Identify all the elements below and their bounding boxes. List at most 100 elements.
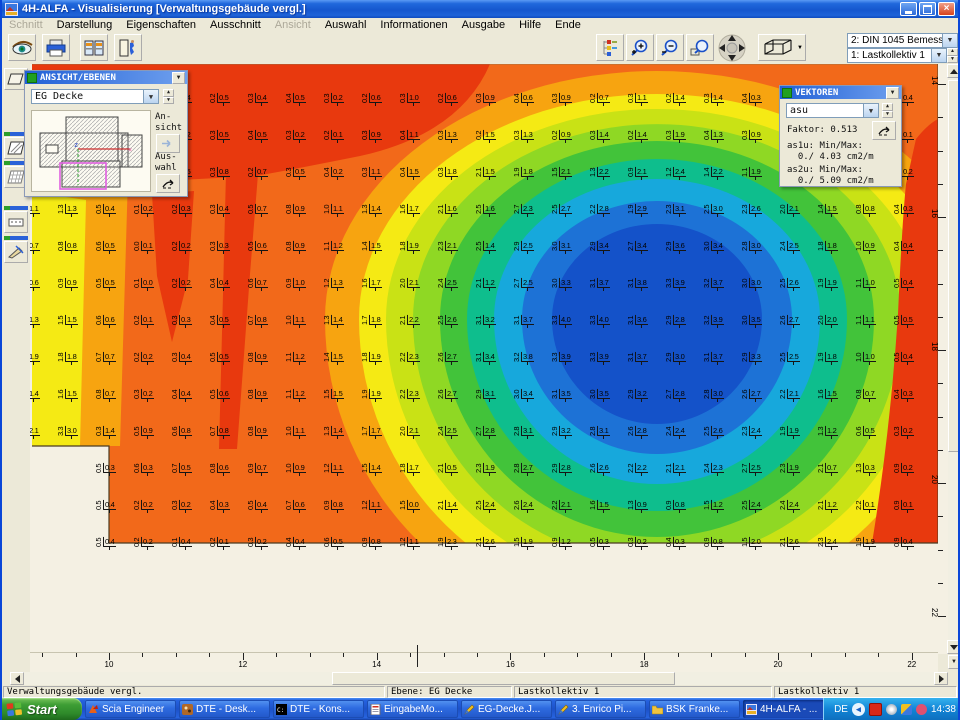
menu-eigenschaften[interactable]: Eigenschaften: [119, 19, 203, 31]
taskbar-task[interactable]: 3. Enrico Pi...: [555, 700, 646, 718]
menu-ausgabe[interactable]: Ausgabe: [455, 19, 512, 31]
legend-tree-button[interactable]: [596, 34, 624, 61]
chevron-down-icon[interactable]: ▼: [942, 34, 957, 47]
title-bar[interactable]: 4H-ALFA - Visualisierung [Verwaltungsgeb…: [2, 0, 958, 18]
ansicht-ebenen-palette[interactable]: ANSICHT/EBENEN ▼ EG Decke ▼ ▲▼ × z: [24, 70, 188, 197]
mesh-grid-icon: [7, 170, 25, 184]
pan-cross-icon: [716, 33, 748, 63]
zoom-window-button[interactable]: [686, 34, 714, 61]
minimize-button[interactable]: [900, 2, 917, 16]
chevron-down-icon[interactable]: ▼: [931, 49, 946, 62]
scroll-up-button[interactable]: [947, 64, 960, 78]
palette-strip[interactable]: [4, 236, 28, 240]
plan-thumbnail[interactable]: × z: [31, 110, 151, 192]
loadcase-spinner[interactable]: ▲▼: [947, 48, 958, 63]
ruler-options-button[interactable]: ▼: [948, 655, 960, 669]
ansicht-apply-button[interactable]: [156, 134, 180, 153]
design-code-combo[interactable]: 2: DIN 1045 Bemessung ▼: [847, 33, 958, 48]
axis-tick: [938, 250, 943, 251]
spinner-down-icon[interactable]: ▼: [163, 97, 174, 105]
vertical-scrollbar[interactable]: [948, 64, 960, 654]
scroll-left-button[interactable]: [10, 672, 24, 685]
ebene-value: EG Decke: [32, 91, 143, 102]
chevron-down-icon[interactable]: ▼: [863, 104, 878, 117]
ebene-spinner[interactable]: ▲▼: [163, 89, 174, 104]
axis-tick: [845, 653, 846, 657]
spinner-down-icon[interactable]: ▼: [947, 56, 958, 64]
zoom-in-button[interactable]: [626, 34, 654, 61]
palette-strip[interactable]: [4, 206, 28, 210]
pages-button[interactable]: [80, 34, 108, 61]
loadcase-combo[interactable]: 1: Lastkollektiv 1 ▼: [847, 48, 947, 63]
menu-informationen[interactable]: Informationen: [373, 19, 454, 31]
axis-tick: [938, 217, 946, 218]
axis-tick: [711, 653, 712, 657]
tray-cd-icon[interactable]: [886, 704, 897, 715]
axis-tick: [938, 151, 943, 152]
collapse-button[interactable]: ▼: [172, 72, 185, 84]
menu-ausschnitt[interactable]: Ausschnitt: [203, 19, 268, 31]
faktor-refresh-button[interactable]: [872, 121, 896, 140]
chevron-down-icon[interactable]: ▼: [143, 90, 158, 103]
collapse-button[interactable]: ▼: [886, 87, 899, 99]
print-button[interactable]: [42, 34, 70, 61]
menu-ende[interactable]: Ende: [548, 19, 588, 31]
zoom-in-icon: [630, 39, 650, 57]
taskbar-task[interactable]: BSK Franke...: [649, 700, 740, 718]
menu-auswahl[interactable]: Auswahl: [318, 19, 374, 31]
horizontal-scrollbar[interactable]: [10, 672, 948, 685]
horizontal-scroll-thumb[interactable]: [332, 672, 675, 685]
scroll-right-button[interactable]: [934, 672, 948, 685]
tray-pencil-icon[interactable]: [901, 704, 912, 715]
spinner-up-icon[interactable]: ▲: [163, 89, 174, 97]
tray-app-icon[interactable]: [916, 704, 927, 715]
taskbar-task[interactable]: 4H-ALFA - ...: [743, 700, 823, 718]
doc-icon: [370, 704, 381, 715]
vektoren-palette[interactable]: VEKTOREN ▼ asu ▼ ▲▼ Faktor: 0.513 as1u: …: [779, 85, 902, 187]
vector-type-spinner[interactable]: ▲▼: [882, 103, 893, 118]
values-button[interactable]: [4, 211, 28, 233]
status-project: Verwaltungsgebäude vergl.: [3, 686, 385, 698]
palette-icon: [27, 73, 37, 83]
palette-icon: [782, 88, 792, 98]
taskbar-task[interactable]: C:DTE - Kons...: [273, 700, 364, 718]
ebene-combo[interactable]: EG Decke ▼: [31, 89, 159, 104]
taskbar-task[interactable]: DTE - Desk...: [179, 700, 270, 718]
spinner-up-icon[interactable]: ▲: [947, 48, 958, 56]
taskbar-task[interactable]: Scia Engineer: [85, 700, 176, 718]
language-indicator[interactable]: DE: [834, 704, 848, 715]
exit-button[interactable]: [114, 34, 142, 61]
tray-chevron-icon[interactable]: ◂: [852, 703, 865, 716]
axis-tick: [243, 653, 244, 660]
tray-media-icon[interactable]: [869, 703, 882, 716]
task-label: DTE - Kons...: [290, 704, 350, 715]
alfa-icon: [746, 704, 757, 715]
projection-3d-button[interactable]: ▼: [758, 34, 806, 61]
close-button[interactable]: ×: [938, 2, 955, 16]
menu-darstellung[interactable]: Darstellung: [50, 19, 120, 31]
ansicht-palette-titlebar[interactable]: ANSICHT/EBENEN ▼: [25, 71, 187, 84]
spinner-down-icon[interactable]: ▼: [882, 111, 893, 119]
y-axis-label: 22: [930, 608, 939, 617]
vektoren-palette-titlebar[interactable]: VEKTOREN ▼: [780, 86, 901, 99]
taskbar-task[interactable]: EG-Decke.J...: [461, 700, 552, 718]
zoom-out-button[interactable]: [656, 34, 684, 61]
spinner-up-icon[interactable]: ▲: [882, 103, 893, 111]
taskbar-task[interactable]: EingabeMo...: [367, 700, 458, 718]
status-loadcase-1: Lastkollektiv 1: [514, 686, 772, 698]
axis-tick: [544, 653, 545, 657]
task-label: DTE - Desk...: [196, 704, 256, 715]
vector-type-combo[interactable]: asu ▼: [786, 103, 879, 118]
pan-control[interactable]: [716, 33, 748, 63]
vectors-button[interactable]: [4, 241, 28, 263]
view-eye-button[interactable]: [8, 34, 36, 61]
restore-button[interactable]: [919, 2, 936, 16]
vertical-scroll-thumb[interactable]: [948, 80, 960, 452]
box-3d-icon: [761, 38, 795, 58]
scroll-down-button[interactable]: [947, 640, 960, 654]
start-label: Start: [27, 702, 57, 717]
auswahl-apply-button[interactable]: [156, 174, 180, 193]
menu-hilfe[interactable]: Hilfe: [512, 19, 548, 31]
axis-tick: [678, 653, 679, 657]
start-button[interactable]: Start: [0, 698, 82, 720]
